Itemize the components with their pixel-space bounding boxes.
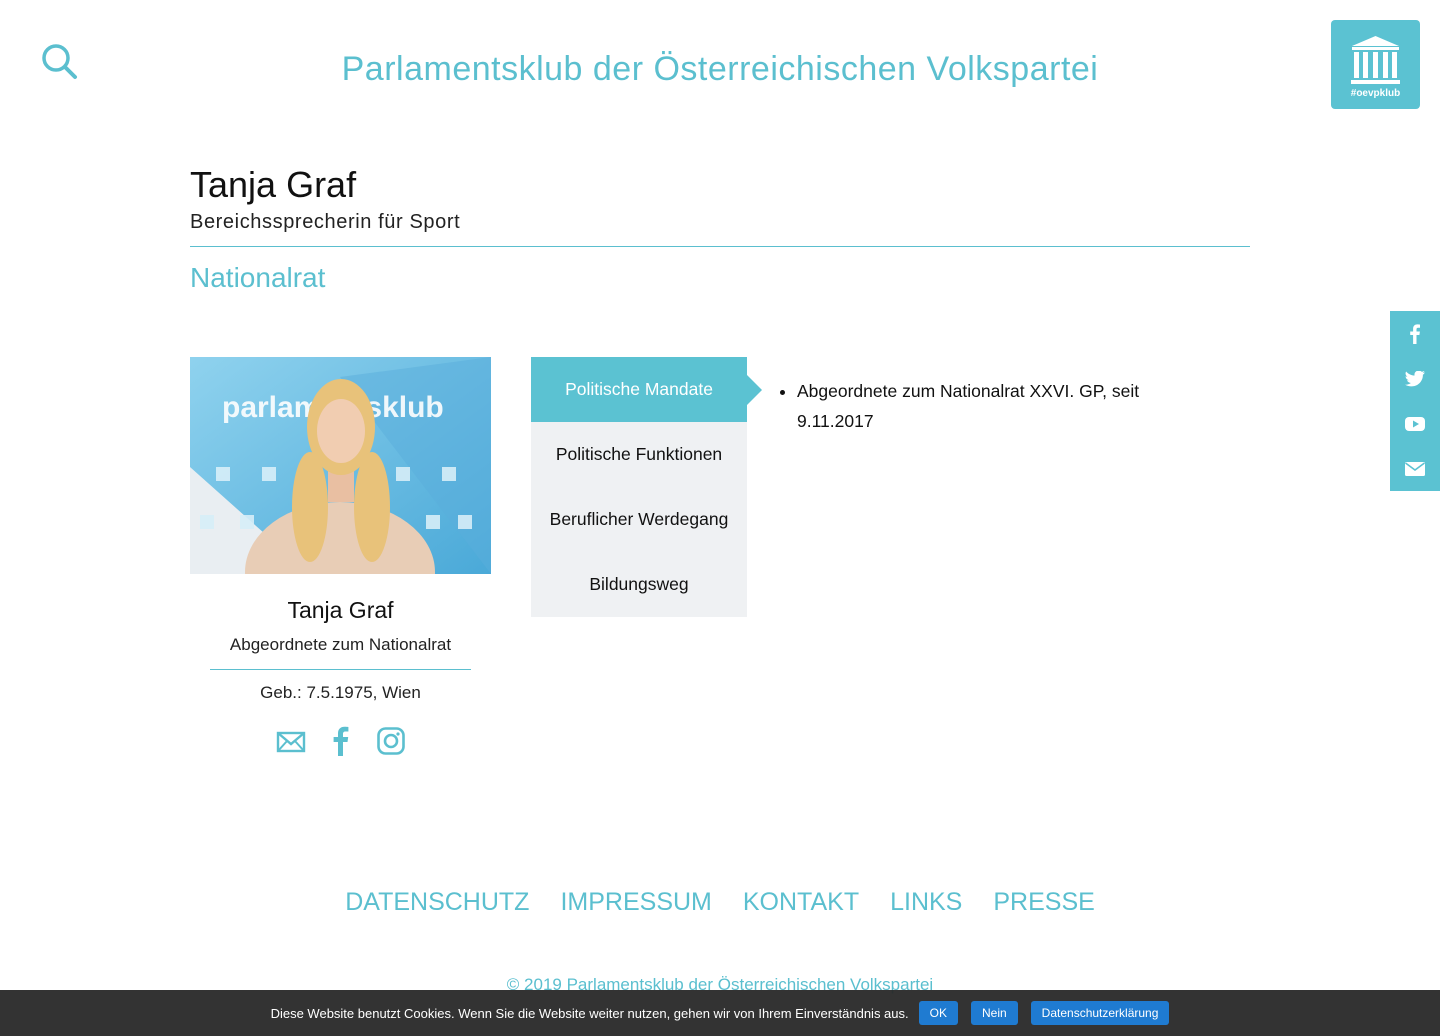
footer-link-presse[interactable]: PRESSE xyxy=(993,888,1094,917)
cookie-no-button[interactable]: Nein xyxy=(970,1001,1018,1025)
list-item: Abgeordnete zum Nationalrat XXVI. GP, se… xyxy=(797,376,1147,436)
card-role: Abgeordnete zum Nationalrat xyxy=(229,635,452,654)
facebook-icon[interactable] xyxy=(326,724,356,758)
cookie-banner: Diese Website benutzt Cookies. Wenn Sie … xyxy=(0,990,1440,1036)
mandate-list: Abgeordnete zum Nationalrat XXVI. GP, se… xyxy=(777,376,1147,436)
youtube-icon[interactable] xyxy=(1390,401,1440,446)
footer-nav: DATENSCHUTZ IMPRESSUM KONTAKT LINKS PRES… xyxy=(0,888,1440,917)
instagram-icon[interactable] xyxy=(376,724,406,758)
parliament-icon xyxy=(1351,36,1400,84)
page-title: Tanja Graf xyxy=(190,164,357,205)
side-social-bar xyxy=(1390,311,1440,491)
tab-bildungsweg[interactable]: Bildungsweg xyxy=(531,552,747,617)
tab-beruflicher-werdegang[interactable]: Beruflicher Werdegang xyxy=(531,487,747,552)
mail-icon[interactable] xyxy=(1390,446,1440,491)
site-title[interactable]: Parlamentsklub der Österreichischen Volk… xyxy=(0,50,1440,89)
cookie-text: Diese Website benutzt Cookies. Wenn Sie … xyxy=(270,1005,909,1021)
profile-photo: parlamentsklub xyxy=(190,357,491,574)
logo-tag: #oevpklub xyxy=(1350,88,1401,99)
footer-link-datenschutz[interactable]: DATENSCHUTZ xyxy=(345,888,529,917)
divider xyxy=(190,246,1250,247)
mail-icon[interactable] xyxy=(276,724,306,758)
tab-politische-mandate[interactable]: Politische Mandate xyxy=(531,357,762,422)
card-divider xyxy=(210,669,471,670)
card-birth: Geb.: 7.5.1975, Wien xyxy=(260,683,421,702)
site-logo[interactable]: #oevpklub xyxy=(1331,20,1420,109)
footer-link-impressum[interactable]: IMPRESSUM xyxy=(560,888,711,917)
tab-politische-funktionen[interactable]: Politische Funktionen xyxy=(531,422,747,487)
card-social-links xyxy=(190,724,491,758)
twitter-icon[interactable] xyxy=(1390,356,1440,401)
footer-link-links[interactable]: LINKS xyxy=(890,888,962,917)
card-name: Tanja Graf xyxy=(287,597,394,623)
facebook-icon[interactable] xyxy=(1390,311,1440,356)
cookie-ok-button[interactable]: OK xyxy=(918,1001,958,1025)
profile-tabs: Politische Mandate Politische Funktionen… xyxy=(531,357,762,617)
footer-link-kontakt[interactable]: KONTAKT xyxy=(743,888,859,917)
page-subtitle: Bereichssprecherin für Sport xyxy=(190,211,461,233)
cookie-privacy-button[interactable]: Datenschutzerklärung xyxy=(1030,1001,1170,1025)
chamber-label: Nationalrat xyxy=(190,262,326,293)
